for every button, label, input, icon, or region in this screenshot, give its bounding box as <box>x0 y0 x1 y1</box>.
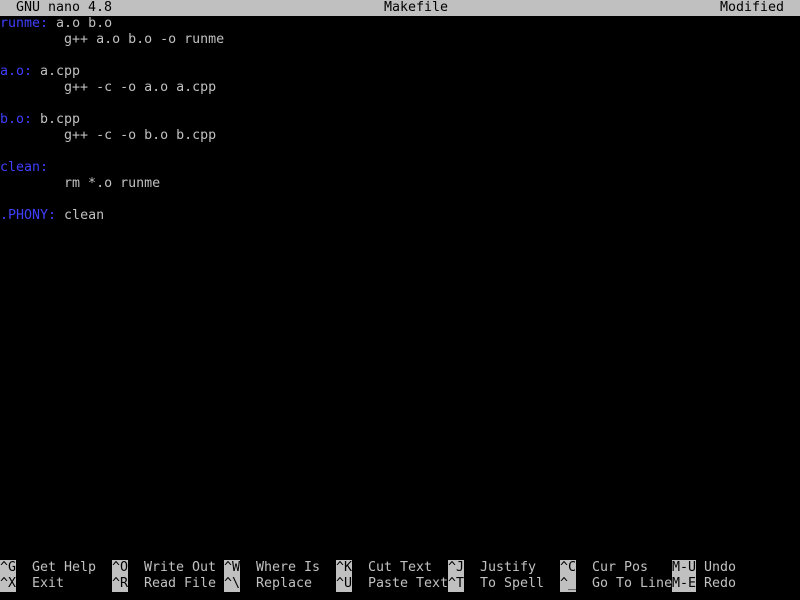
shortcut-replace[interactable]: ^\ Replace <box>224 576 312 592</box>
shortcut-key: ^X <box>0 576 17 592</box>
line-text: a.cpp <box>32 64 81 79</box>
shortcut-key: M-U <box>672 560 697 576</box>
file-name: Makefile <box>384 0 449 15</box>
editor-line[interactable]: runme: a.o b.o <box>0 16 112 32</box>
shortcut-key: ^R <box>112 576 129 592</box>
make-target: runme: <box>0 16 49 31</box>
shortcut-key: ^U <box>336 576 353 592</box>
shortcut-label: Go To Line <box>592 576 673 591</box>
line-text: rm *.o runme <box>0 176 161 191</box>
line-text: a.o b.o <box>48 16 113 31</box>
shortcut-label: Paste Text <box>368 576 449 591</box>
line-text: g++ a.o b.o -o runme <box>0 32 225 47</box>
shortcut-label: Justify <box>480 560 537 575</box>
shortcut-read-file[interactable]: ^R Read File <box>112 576 216 592</box>
shortcut-key: ^O <box>112 560 129 576</box>
editor-line[interactable]: rm *.o runme <box>0 176 160 192</box>
shortcut-redo[interactable]: M-E Redo <box>672 576 736 592</box>
shortcut-label: Exit <box>32 576 65 591</box>
editor-line[interactable]: g++ a.o b.o -o runme <box>0 32 224 48</box>
editor-line[interactable]: g++ -c -o a.o a.cpp <box>0 80 216 96</box>
shortcut-label: Read File <box>144 576 217 591</box>
shortcut-undo[interactable]: M-U Undo <box>672 560 736 576</box>
shortcut-label: Where Is <box>256 560 321 575</box>
shortcut-key: ^W <box>224 560 241 576</box>
editor-line[interactable]: .PHONY: clean <box>0 208 104 224</box>
shortcut-key: ^\ <box>224 576 241 592</box>
editor-line[interactable]: a.o: a.cpp <box>0 64 80 80</box>
editor-line[interactable]: g++ -c -o b.o b.cpp <box>0 128 216 144</box>
shortcut-exit[interactable]: ^X Exit <box>0 576 64 592</box>
shortcut-go-to-line[interactable]: ^_ Go To Line <box>560 576 672 592</box>
shortcut-cur-pos[interactable]: ^C Cur Pos <box>560 560 648 576</box>
line-text: g++ -c -o b.o b.cpp <box>0 128 217 143</box>
editor-area[interactable]: runme: a.o b.o g++ a.o b.o -o runme a.o: … <box>0 16 800 560</box>
line-text: b.cpp <box>32 112 81 127</box>
shortcut-key: ^K <box>336 560 353 576</box>
shortcut-cut-text[interactable]: ^K Cut Text <box>336 560 432 576</box>
shortcut-where-is[interactable]: ^W Where Is <box>224 560 320 576</box>
shortcut-key: ^T <box>448 576 465 592</box>
shortcut-label: Cut Text <box>368 560 433 575</box>
editor-line[interactable]: clean: <box>0 160 48 176</box>
shortcut-get-help[interactable]: ^G Get Help <box>0 560 96 576</box>
line-text: g++ -c -o a.o a.cpp <box>0 80 217 95</box>
editor-line[interactable]: b.o: b.cpp <box>0 112 80 128</box>
make-target: b.o: <box>0 112 33 127</box>
shortcut-key: ^C <box>560 560 577 576</box>
app-version: GNU nano 4.8 <box>16 0 113 15</box>
shortcut-label: Get Help <box>32 560 97 575</box>
shortcut-key: M-E <box>672 576 697 592</box>
make-target: clean: <box>0 160 49 175</box>
shortcut-label: Replace <box>256 576 313 591</box>
shortcut-justify[interactable]: ^J Justify <box>448 560 536 576</box>
shortcut-key: ^_ <box>560 576 577 592</box>
shortcut-label: Undo <box>704 560 737 575</box>
make-target: a.o: <box>0 64 33 79</box>
shortcut-label: Cur Pos <box>592 560 649 575</box>
shortcut-key: ^G <box>0 560 17 576</box>
shortcut-to-spell[interactable]: ^T To Spell <box>448 576 544 592</box>
shortcut-label: Write Out <box>144 560 217 575</box>
shortcut-label: To Spell <box>480 576 545 591</box>
shortcut-paste-text[interactable]: ^U Paste Text <box>336 576 448 592</box>
line-text: clean <box>56 208 105 223</box>
shortcut-write-out[interactable]: ^O Write Out <box>112 560 216 576</box>
modified-status: Modified <box>720 0 785 15</box>
shortcut-bar: ^G Get Help ^O Write Out ^W Where Is ^K Cut Tex… <box>0 560 800 592</box>
shortcut-label: Redo <box>704 576 737 591</box>
shortcut-key: ^J <box>448 560 465 576</box>
make-target: .PHONY: <box>0 208 57 223</box>
title-bar: GNU nano 4.8 Makefile Modified <box>0 0 800 16</box>
